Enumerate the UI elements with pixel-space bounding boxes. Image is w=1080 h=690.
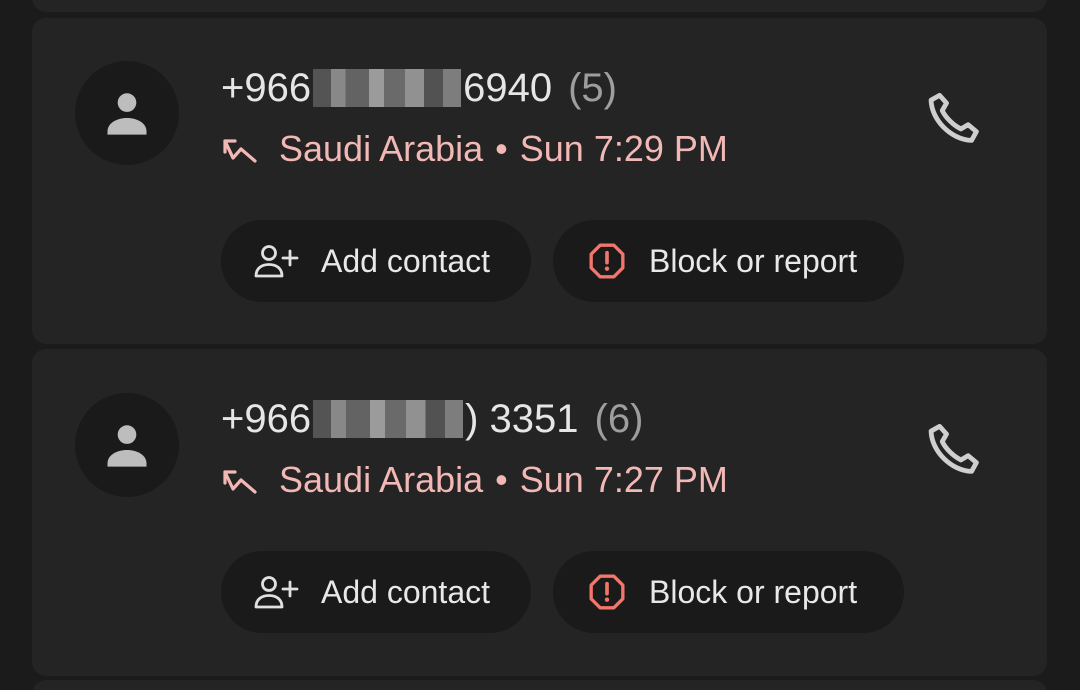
call-count: (6)	[594, 396, 644, 441]
call-count: (5)	[568, 65, 617, 110]
person-icon	[107, 93, 147, 135]
call-time: Sun 7:27 PM	[519, 459, 728, 500]
phone-icon	[928, 92, 979, 143]
add-contact-label: Add contact	[321, 242, 490, 279]
block-report-button[interactable]: Block or report	[553, 551, 904, 633]
block-report-label: Block or report	[649, 573, 858, 610]
phone-number: +966 ) 3351 (6)	[221, 394, 643, 444]
call-button[interactable]	[922, 86, 986, 150]
person-add-icon	[254, 245, 299, 278]
avatar[interactable]	[75, 393, 179, 497]
call-details: Saudi Arabia • Sun 7:27 PM	[221, 458, 728, 502]
call-log-item-partial[interactable]	[32, 0, 1047, 12]
call-details: Saudi Arabia • Sun 7:29 PM	[221, 127, 728, 171]
phone-number: +966 6940 (5)	[221, 63, 617, 113]
call-log-item[interactable]: +966 6940 (5) Saudi Arabia • Sun 7:29 PM	[32, 18, 1047, 344]
block-report-label: Block or report	[649, 242, 858, 279]
missed-call-icon	[223, 470, 257, 494]
separator-dot: •	[495, 459, 508, 500]
report-icon	[589, 574, 625, 610]
redacted-digits	[313, 400, 464, 438]
number-prefix: +966	[221, 65, 312, 110]
number-suffix: ) 3351	[465, 396, 579, 441]
phone-icon	[928, 423, 979, 474]
redacted-digits	[313, 69, 462, 107]
call-button[interactable]	[922, 417, 986, 481]
call-time: Sun 7:29 PM	[519, 128, 728, 169]
missed-call-icon	[223, 139, 257, 163]
number-prefix: +966	[221, 396, 312, 441]
person-add-icon	[254, 576, 299, 609]
call-log-screen: +966 6940 (5) Saudi Arabia • Sun 7:29 PM	[0, 0, 1080, 690]
add-contact-button[interactable]: Add contact	[221, 551, 531, 633]
country-label: Saudi Arabia	[279, 128, 484, 169]
number-suffix: 6940	[463, 65, 553, 110]
call-log-item-partial[interactable]	[32, 680, 1047, 690]
block-report-button[interactable]: Block or report	[553, 220, 904, 302]
avatar[interactable]	[75, 61, 179, 165]
add-contact-label: Add contact	[321, 573, 490, 610]
call-log-item[interactable]: +966 ) 3351 (6) Saudi Arabia • Sun 7:27 …	[32, 349, 1047, 676]
person-icon	[107, 425, 147, 467]
country-label: Saudi Arabia	[279, 459, 484, 500]
add-contact-button[interactable]: Add contact	[221, 220, 531, 302]
report-icon	[589, 243, 625, 279]
separator-dot: •	[495, 128, 508, 169]
